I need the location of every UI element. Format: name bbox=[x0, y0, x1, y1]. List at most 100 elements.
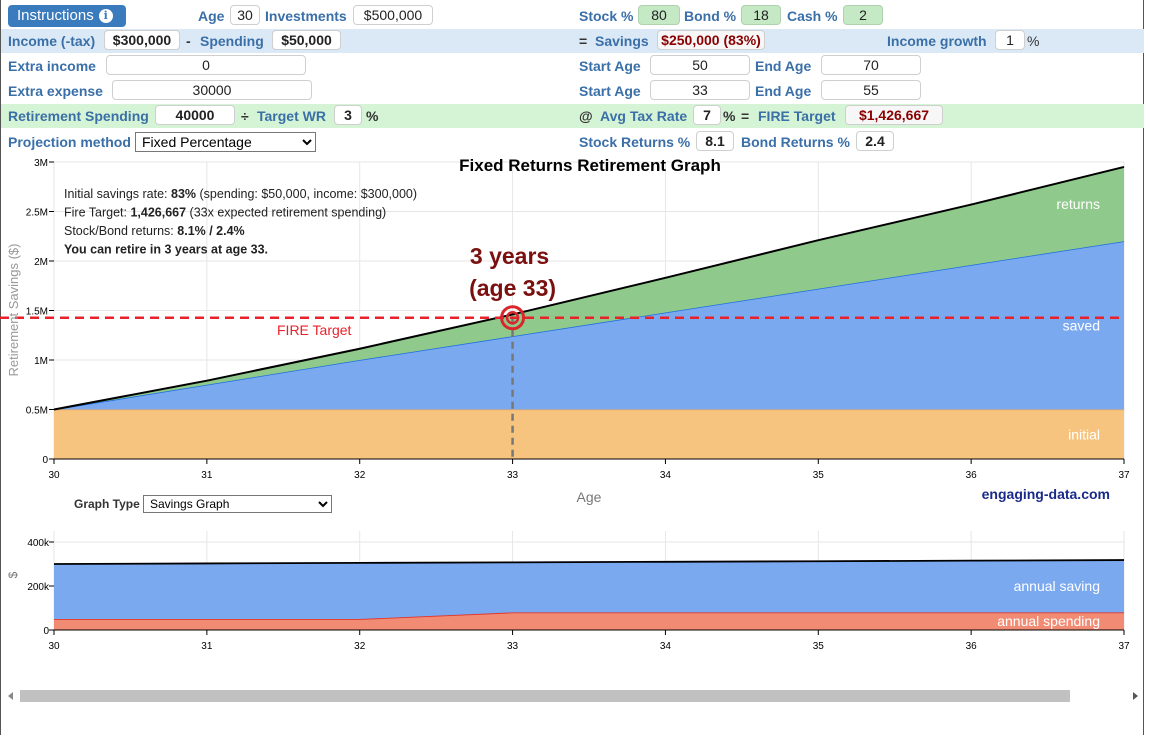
info-panel: Initial savings rate: 83% (spending: $50… bbox=[64, 187, 417, 257]
main-x-tick-label: 30 bbox=[48, 470, 60, 481]
main-y-tick-label: 3M bbox=[34, 158, 48, 169]
avg-tax-percent: % bbox=[723, 108, 736, 124]
extra-expense-input[interactable]: 30000 bbox=[112, 80, 312, 100]
row-extra-expense: Extra expense 30000 Start Age 33 End Age… bbox=[1, 79, 1144, 103]
main-y-tick-label: 1.5M bbox=[26, 307, 48, 318]
target-wr-percent: % bbox=[366, 108, 379, 124]
main-y-tick-label: 0.5M bbox=[26, 406, 48, 417]
area-label-initial: initial bbox=[1068, 426, 1100, 442]
annual-flow-chart: annual spending annual saving 0 200k 400k 30… bbox=[6, 531, 1130, 652]
main-y-tick-label: 2.5M bbox=[26, 208, 48, 219]
row-income: Income (-tax) $300,000 - Spending $50,00… bbox=[1, 29, 1144, 53]
horizontal-scrollbar[interactable] bbox=[6, 689, 1140, 703]
info-line-text: (33x expected retirement spending) bbox=[186, 206, 386, 220]
area-annual-saving bbox=[54, 560, 1124, 619]
age-label: Age bbox=[198, 8, 225, 24]
bond-pct-label: Bond % bbox=[684, 8, 737, 24]
equals-symbol: = bbox=[579, 33, 588, 49]
info-line-text: Fire Target: bbox=[64, 206, 130, 220]
graph-type-label: Graph Type bbox=[74, 497, 140, 511]
scrollbar-thumb[interactable] bbox=[20, 690, 1070, 702]
stock-pct-input[interactable]: 80 bbox=[638, 5, 680, 25]
instructions-button[interactable]: Instructions i bbox=[8, 5, 126, 27]
income-growth-input[interactable]: 1 bbox=[995, 30, 1025, 50]
income-label: Income (-tax) bbox=[8, 33, 96, 49]
info-line-text: Stock/Bond returns: bbox=[64, 224, 177, 238]
extra-income-start-label: Start Age bbox=[579, 58, 641, 74]
scroll-left-arrow-icon[interactable] bbox=[8, 692, 13, 700]
main-y-tick-label: 0 bbox=[42, 455, 48, 466]
extra-expense-start-input[interactable]: 33 bbox=[650, 80, 750, 100]
info-line-value: 83% bbox=[171, 187, 196, 201]
bond-pct-input[interactable]: 18 bbox=[741, 5, 781, 25]
at-symbol: @ bbox=[579, 108, 593, 124]
extra-income-start-input[interactable]: 50 bbox=[650, 55, 750, 75]
income-growth-label: Income growth bbox=[887, 33, 987, 49]
lower-areas: annual spending annual saving bbox=[53, 559, 1125, 630]
area-label-saved: saved bbox=[1063, 317, 1100, 333]
instructions-label: Instructions bbox=[17, 7, 94, 24]
investments-label: Investments bbox=[265, 8, 347, 24]
retire-age-label: (age 33) bbox=[469, 275, 556, 301]
lower-x-tick-label: 34 bbox=[660, 641, 672, 652]
fire-target-label: FIRE Target bbox=[758, 108, 836, 124]
extra-expense-label: Extra expense bbox=[8, 83, 103, 99]
bond-returns-input[interactable]: 2.4 bbox=[856, 131, 894, 151]
extra-income-end-input[interactable]: 70 bbox=[821, 55, 921, 75]
fire-target-value: $1,426,667 bbox=[845, 105, 943, 125]
fire-target-line-label: FIRE Target bbox=[277, 322, 352, 338]
main-x-tick-label: 35 bbox=[813, 470, 825, 481]
investments-input[interactable]: $500,000 bbox=[353, 5, 433, 25]
lower-y-axis-label: $ bbox=[6, 571, 20, 578]
area-label-returns: returns bbox=[1056, 196, 1100, 212]
info-line-value: 8.1% / 2.4% bbox=[177, 224, 244, 238]
divide-symbol: ÷ bbox=[241, 108, 249, 124]
projection-select[interactable]: Fixed Percentage bbox=[135, 132, 316, 152]
target-wr-input[interactable]: 3 bbox=[334, 105, 362, 125]
cash-pct-input[interactable]: 2 bbox=[843, 5, 883, 25]
info-line-text: Initial savings rate: bbox=[64, 187, 171, 201]
lower-x-tick-label: 35 bbox=[813, 641, 825, 652]
row-portfolio: Instructions i Age 30 Investments $500,00… bbox=[1, 4, 1144, 28]
income-input[interactable]: $300,000 bbox=[104, 30, 180, 50]
projection-label: Projection method bbox=[8, 134, 131, 150]
bond-returns-label: Bond Returns % bbox=[741, 134, 850, 150]
extra-income-input[interactable]: 0 bbox=[106, 55, 306, 75]
area-initial bbox=[54, 409, 1124, 459]
info-line-value: You can retire in 3 years at age 33. bbox=[64, 243, 268, 257]
lower-x-tick-label: 32 bbox=[354, 641, 366, 652]
stock-returns-input[interactable]: 8.1 bbox=[696, 131, 734, 151]
spending-input[interactable]: $50,000 bbox=[272, 30, 341, 50]
area-label-annual-spending: annual spending bbox=[997, 613, 1100, 629]
retirement-spending-input[interactable]: 40000 bbox=[155, 105, 235, 125]
spending-label: Spending bbox=[200, 33, 264, 49]
lower-y-tick-label: 400k bbox=[27, 538, 50, 549]
area-label-annual-saving: annual saving bbox=[1014, 578, 1100, 594]
income-growth-percent: % bbox=[1027, 33, 1040, 49]
extra-expense-end-input[interactable]: 55 bbox=[821, 80, 921, 100]
main-y-tick-label: 2M bbox=[34, 257, 48, 268]
lower-x-tick-label: 31 bbox=[201, 641, 213, 652]
watermark: engaging-data.com bbox=[982, 486, 1110, 502]
info-line: Initial savings rate: 83% (spending: $50… bbox=[64, 187, 417, 201]
savings-value: $250,000 (83%) bbox=[657, 30, 765, 50]
scroll-right-arrow-icon[interactable] bbox=[1133, 692, 1138, 700]
extra-income-end-label: End Age bbox=[755, 58, 812, 74]
info-line-value: 1,426,667 bbox=[130, 206, 186, 220]
main-x-tick-label: 37 bbox=[1118, 470, 1130, 481]
extra-expense-start-label: Start Age bbox=[579, 83, 641, 99]
age-input[interactable]: 30 bbox=[230, 5, 260, 25]
main-x-tick-label: 36 bbox=[966, 470, 978, 481]
graph-type-select[interactable]: Savings Graph bbox=[143, 495, 332, 513]
savings-label: Savings bbox=[595, 33, 649, 49]
lower-x-tick-label: 37 bbox=[1118, 641, 1130, 652]
retirement-spending-label: Retirement Spending bbox=[8, 108, 149, 124]
lower-x-tick-label: 33 bbox=[507, 641, 519, 652]
stock-returns-label: Stock Returns % bbox=[579, 134, 691, 150]
avg-tax-input[interactable]: 7 bbox=[693, 105, 721, 125]
equals-symbol-2: = bbox=[741, 108, 750, 124]
lower-x-tick-label: 36 bbox=[966, 641, 978, 652]
info-icon: i bbox=[98, 9, 113, 23]
main-x-tick-label: 34 bbox=[660, 470, 672, 481]
stock-pct-label: Stock % bbox=[579, 8, 634, 24]
